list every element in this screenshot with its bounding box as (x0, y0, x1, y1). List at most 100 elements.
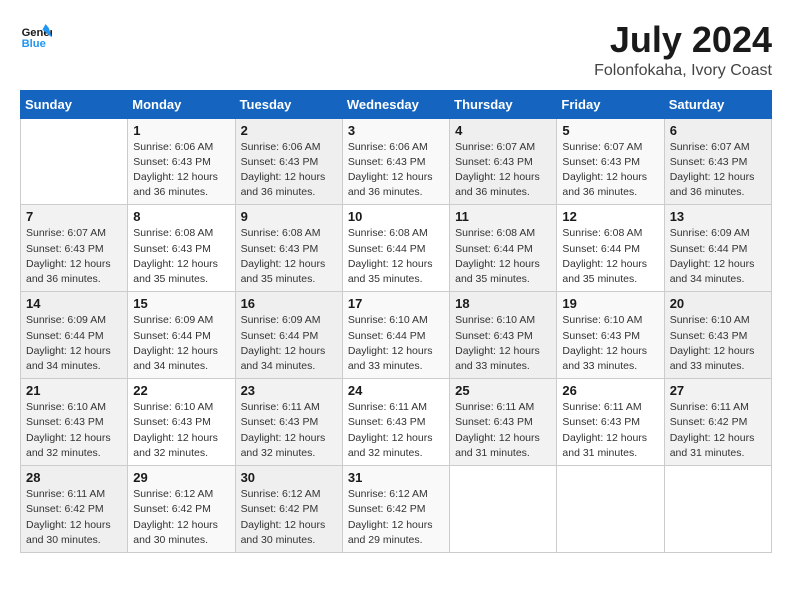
weekday-header-row: SundayMondayTuesdayWednesdayThursdayFrid… (21, 90, 772, 118)
svg-text:Blue: Blue (22, 38, 46, 50)
calendar-day-cell: 30 Sunrise: 6:12 AMSunset: 6:42 PMDayligh… (235, 466, 342, 553)
day-info: Sunrise: 6:10 AMSunset: 6:43 PMDaylight:… (455, 313, 551, 374)
day-info: Sunrise: 6:12 AMSunset: 6:42 PMDaylight:… (241, 487, 337, 548)
calendar-day-cell: 21Sunrise: 6:10 AMSunset: 6:43 PMDayligh… (21, 379, 128, 466)
calendar-day-cell: 7Sunrise: 6:07 AMSunset: 6:43 PMDaylight… (21, 205, 128, 292)
calendar-day-cell: 10Sunrise: 6:08 AMSunset: 6:44 PMDayligh… (342, 205, 449, 292)
day-info: Sunrise: 6:11 AMSunset: 6:42 PMDaylight:… (26, 487, 122, 548)
calendar-day-cell: 20 Sunrise: 6:10 AMSunset: 6:43 PMDayligh… (664, 292, 771, 379)
calendar-week-row: 7Sunrise: 6:07 AMSunset: 6:43 PMDaylight… (21, 205, 772, 292)
day-info: Sunrise: 6:07 AMSunset: 6:43 PMDaylight:… (562, 140, 658, 201)
calendar-week-row: 28 Sunrise: 6:11 AMSunset: 6:42 PMDayligh… (21, 466, 772, 553)
day-info: Sunrise: 6:06 AMSunset: 6:43 PMDaylight:… (133, 140, 229, 201)
weekday-cell: Saturday (664, 90, 771, 118)
calendar-day-cell: 2 Sunrise: 6:06 AMSunset: 6:43 PMDaylight… (235, 118, 342, 205)
weekday-cell: Tuesday (235, 90, 342, 118)
day-info: Sunrise: 6:11 AMSunset: 6:42 PMDaylight:… (670, 400, 766, 461)
day-info: Sunrise: 6:10 AMSunset: 6:43 PMDaylight:… (26, 400, 122, 461)
calendar-day-cell: 25Sunrise: 6:11 AMSunset: 6:43 PMDayligh… (450, 379, 557, 466)
day-info: Sunrise: 6:08 AMSunset: 6:44 PMDaylight:… (562, 226, 658, 287)
day-info: Sunrise: 6:10 AMSunset: 6:43 PMDaylight:… (562, 313, 658, 374)
day-number: 18 (455, 296, 551, 311)
day-number: 22 (133, 383, 229, 398)
calendar-day-cell: 4 Sunrise: 6:07 AMSunset: 6:43 PMDaylight… (450, 118, 557, 205)
day-number: 26 (562, 383, 658, 398)
day-info: Sunrise: 6:07 AMSunset: 6:43 PMDaylight:… (455, 140, 551, 201)
weekday-cell: Friday (557, 90, 664, 118)
calendar-day-cell: 1 Sunrise: 6:06 AMSunset: 6:43 PMDaylight… (128, 118, 235, 205)
day-info: Sunrise: 6:06 AMSunset: 6:43 PMDaylight:… (241, 140, 337, 201)
day-info: Sunrise: 6:08 AMSunset: 6:44 PMDaylight:… (455, 226, 551, 287)
title-block: July 2024 Folonfokaha, Ivory Coast (594, 20, 772, 80)
day-number: 14 (26, 296, 122, 311)
logo: General Blue (20, 20, 52, 52)
day-info: Sunrise: 6:12 AMSunset: 6:42 PMDaylight:… (348, 487, 444, 548)
calendar-day-cell: 5 Sunrise: 6:07 AMSunset: 6:43 PMDaylight… (557, 118, 664, 205)
day-number: 10 (348, 209, 444, 224)
calendar-day-cell: 3 Sunrise: 6:06 AMSunset: 6:43 PMDaylight… (342, 118, 449, 205)
day-info: Sunrise: 6:08 AMSunset: 6:43 PMDaylight:… (241, 226, 337, 287)
day-info: Sunrise: 6:09 AMSunset: 6:44 PMDaylight:… (241, 313, 337, 374)
day-info: Sunrise: 6:07 AMSunset: 6:43 PMDaylight:… (26, 226, 122, 287)
day-number: 13 (670, 209, 766, 224)
day-info: Sunrise: 6:06 AMSunset: 6:43 PMDaylight:… (348, 140, 444, 201)
calendar-day-cell: 19 Sunrise: 6:10 AMSunset: 6:43 PMDayligh… (557, 292, 664, 379)
calendar-week-row: 14 Sunrise: 6:09 AMSunset: 6:44 PMDayligh… (21, 292, 772, 379)
day-number: 1 (133, 123, 229, 138)
day-number: 30 (241, 470, 337, 485)
day-number: 4 (455, 123, 551, 138)
day-number: 15 (133, 296, 229, 311)
day-info: Sunrise: 6:11 AMSunset: 6:43 PMDaylight:… (241, 400, 337, 461)
calendar-day-cell: 24 Sunrise: 6:11 AMSunset: 6:43 PMDayligh… (342, 379, 449, 466)
day-info: Sunrise: 6:12 AMSunset: 6:42 PMDaylight:… (133, 487, 229, 548)
day-info: Sunrise: 6:10 AMSunset: 6:43 PMDaylight:… (670, 313, 766, 374)
day-number: 24 (348, 383, 444, 398)
weekday-cell: Monday (128, 90, 235, 118)
calendar-day-cell (21, 118, 128, 205)
day-number: 11 (455, 209, 551, 224)
calendar-body: 1 Sunrise: 6:06 AMSunset: 6:43 PMDaylight… (21, 118, 772, 552)
calendar-day-cell: 13Sunrise: 6:09 AMSunset: 6:44 PMDayligh… (664, 205, 771, 292)
logo-icon: General Blue (20, 20, 52, 52)
day-info: Sunrise: 6:10 AMSunset: 6:43 PMDaylight:… (133, 400, 229, 461)
day-info: Sunrise: 6:10 AMSunset: 6:44 PMDaylight:… (348, 313, 444, 374)
page-header: General Blue July 2024 Folonfokaha, Ivor… (20, 20, 772, 80)
day-number: 5 (562, 123, 658, 138)
calendar-day-cell: 11 Sunrise: 6:08 AMSunset: 6:44 PMDayligh… (450, 205, 557, 292)
day-number: 3 (348, 123, 444, 138)
calendar-day-cell: 8 Sunrise: 6:08 AMSunset: 6:43 PMDaylight… (128, 205, 235, 292)
day-number: 31 (348, 470, 444, 485)
calendar-day-cell: 26Sunrise: 6:11 AMSunset: 6:43 PMDayligh… (557, 379, 664, 466)
day-info: Sunrise: 6:09 AMSunset: 6:44 PMDaylight:… (26, 313, 122, 374)
day-info: Sunrise: 6:11 AMSunset: 6:43 PMDaylight:… (455, 400, 551, 461)
calendar-day-cell (557, 466, 664, 553)
calendar-day-cell (664, 466, 771, 553)
day-number: 17 (348, 296, 444, 311)
day-number: 20 (670, 296, 766, 311)
weekday-cell: Thursday (450, 90, 557, 118)
day-number: 16 (241, 296, 337, 311)
calendar-day-cell: 16 Sunrise: 6:09 AMSunset: 6:44 PMDayligh… (235, 292, 342, 379)
calendar-day-cell: 29Sunrise: 6:12 AMSunset: 6:42 PMDayligh… (128, 466, 235, 553)
calendar-day-cell (450, 466, 557, 553)
calendar-day-cell: 15 Sunrise: 6:09 AMSunset: 6:44 PMDayligh… (128, 292, 235, 379)
calendar-day-cell: 17 Sunrise: 6:10 AMSunset: 6:44 PMDayligh… (342, 292, 449, 379)
day-info: Sunrise: 6:11 AMSunset: 6:43 PMDaylight:… (348, 400, 444, 461)
calendar-table: SundayMondayTuesdayWednesdayThursdayFrid… (20, 90, 772, 553)
day-info: Sunrise: 6:08 AMSunset: 6:43 PMDaylight:… (133, 226, 229, 287)
day-number: 12 (562, 209, 658, 224)
calendar-day-cell: 27Sunrise: 6:11 AMSunset: 6:42 PMDayligh… (664, 379, 771, 466)
weekday-cell: Sunday (21, 90, 128, 118)
weekday-cell: Wednesday (342, 90, 449, 118)
day-number: 2 (241, 123, 337, 138)
day-number: 28 (26, 470, 122, 485)
calendar-day-cell: 14 Sunrise: 6:09 AMSunset: 6:44 PMDayligh… (21, 292, 128, 379)
day-number: 19 (562, 296, 658, 311)
calendar-day-cell: 12 Sunrise: 6:08 AMSunset: 6:44 PMDayligh… (557, 205, 664, 292)
calendar-week-row: 1 Sunrise: 6:06 AMSunset: 6:43 PMDaylight… (21, 118, 772, 205)
calendar-day-cell: 9Sunrise: 6:08 AMSunset: 6:43 PMDaylight… (235, 205, 342, 292)
calendar-day-cell: 18 Sunrise: 6:10 AMSunset: 6:43 PMDayligh… (450, 292, 557, 379)
calendar-week-row: 21Sunrise: 6:10 AMSunset: 6:43 PMDayligh… (21, 379, 772, 466)
day-info: Sunrise: 6:09 AMSunset: 6:44 PMDaylight:… (133, 313, 229, 374)
day-number: 8 (133, 209, 229, 224)
